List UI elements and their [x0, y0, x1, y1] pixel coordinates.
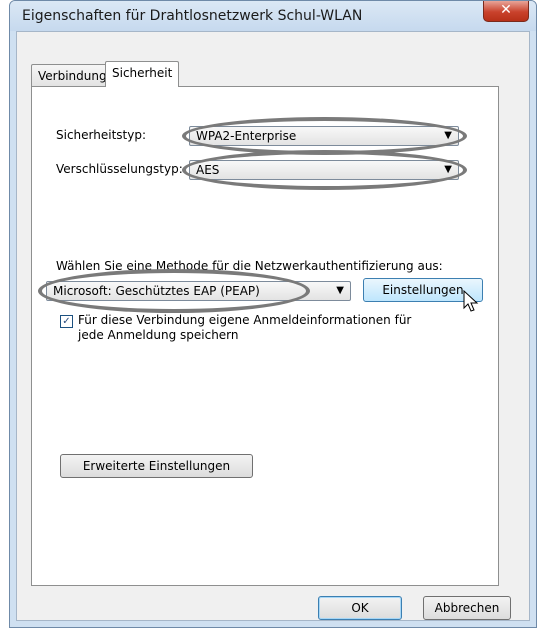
- chevron-down-icon: ▼: [444, 164, 452, 175]
- close-icon: ✕: [500, 2, 512, 18]
- erweiterte-einstellungen-button[interactable]: Erweiterte Einstellungen: [60, 454, 253, 478]
- remember-credentials-label-line2: jede Anmeldung speichern: [78, 328, 239, 342]
- security-type-select[interactable]: WPA2-Enterprise ▼: [189, 126, 459, 146]
- mouse-cursor-icon: [463, 290, 479, 312]
- chevron-down-icon: ▼: [444, 130, 452, 141]
- auth-method-value: Microsoft: Geschütztes EAP (PEAP): [53, 284, 260, 298]
- security-type-label: Sicherheitstyp:: [56, 128, 147, 142]
- title-bar: Eigenschaften für Drahtlosnetzwerk Schul…: [10, 1, 536, 31]
- ok-button[interactable]: OK: [318, 596, 402, 620]
- cancel-button[interactable]: Abbrechen: [423, 596, 511, 620]
- encryption-type-select[interactable]: AES ▼: [189, 160, 459, 180]
- close-button[interactable]: ✕: [483, 1, 529, 22]
- tab-verbindung[interactable]: Verbindung: [31, 64, 114, 87]
- security-tab-panel: Sicherheitstyp: WPA2-Enterprise ▼ Versch…: [31, 86, 499, 586]
- checkmark-icon: ✓: [62, 316, 71, 327]
- auth-method-prompt: Wählen Sie eine Methode für die Netzwerk…: [56, 259, 443, 273]
- window-title: Eigenschaften für Drahtlosnetzwerk Schul…: [22, 8, 363, 24]
- remember-credentials-checkbox[interactable]: ✓: [60, 315, 73, 328]
- tab-sicherheit[interactable]: Sicherheit: [105, 61, 180, 87]
- encryption-type-value: AES: [196, 163, 220, 177]
- auth-method-select[interactable]: Microsoft: Geschütztes EAP (PEAP) ▼: [46, 281, 351, 301]
- properties-dialog: Eigenschaften für Drahtlosnetzwerk Schul…: [9, 0, 537, 628]
- security-type-value: WPA2-Enterprise: [196, 129, 297, 143]
- encryption-type-label: Verschlüsselungstyp:: [56, 162, 183, 176]
- chevron-down-icon: ▼: [336, 285, 344, 296]
- dialog-client-area: Verbindung Sicherheit Sicherheitstyp: WP…: [16, 31, 530, 621]
- remember-credentials-label-line1: Für diese Verbindung eigene Anmeldeinfor…: [78, 313, 412, 327]
